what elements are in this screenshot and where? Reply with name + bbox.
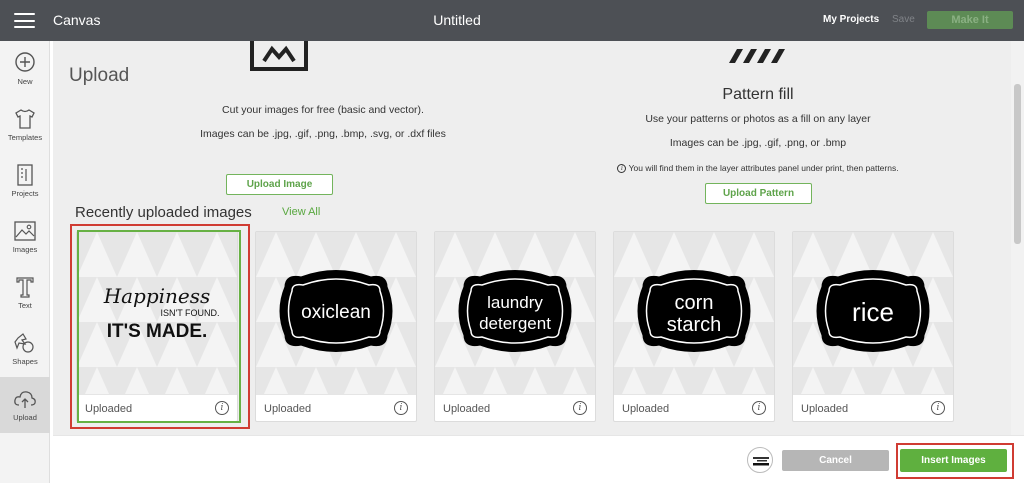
card-footer: Uploaded i [793, 394, 953, 421]
info-icon[interactable]: i [931, 401, 945, 415]
save-button[interactable]: Save [892, 14, 915, 25]
sidebar-item-label: Projects [11, 189, 39, 198]
make-it-button[interactable]: Make It [927, 11, 1013, 29]
pattern-fill-heading: Pattern fill [722, 86, 794, 103]
sidebar-item-shapes[interactable]: Shapes [0, 321, 50, 377]
card-label: Uploaded [443, 403, 491, 415]
art-line-2: starch [667, 314, 721, 336]
image-thumbnail: laundry detergent [435, 232, 595, 394]
info-circle-icon: i [617, 164, 627, 174]
sidebar-item-new[interactable]: New [0, 41, 50, 97]
uploaded-image-card[interactable]: corn starch Uploaded i [613, 231, 775, 422]
projects-book-icon [17, 164, 33, 186]
thumbnail-art: corn starch [614, 232, 774, 394]
pattern-illustration-icon [729, 49, 785, 63]
left-sidebar: New Templates Projects Images Text Shape… [0, 41, 50, 483]
uploaded-image-card[interactable]: rice Uploaded i [792, 231, 954, 422]
image-thumbnail: oxiclean [256, 232, 416, 394]
plus-circle-icon [15, 52, 35, 72]
info-icon[interactable]: i [573, 401, 587, 415]
art-line-1: corn [675, 292, 714, 314]
thumbnail-art: oxiclean [256, 232, 416, 394]
card-label: Uploaded [264, 403, 312, 415]
upload-pattern-button[interactable]: Upload Pattern [705, 183, 812, 204]
uploaded-image-card[interactable]: oxiclean Uploaded i [255, 231, 417, 422]
recently-uploaded-heading: Recently uploaded images [75, 204, 252, 221]
art-line-1: laundry [487, 293, 543, 312]
thumbnail-art: laundry detergent [435, 232, 595, 394]
art-line-1: Happiness [103, 284, 211, 308]
info-icon[interactable]: i [215, 401, 229, 415]
pattern-description: Use your patterns or photos as a fill on… [645, 113, 871, 125]
sidebar-item-label: Images [12, 245, 38, 254]
sidebar-item-upload[interactable]: Upload [0, 377, 50, 433]
upload-panel: Upload Cut your images for free (basic a… [53, 41, 1011, 435]
view-all-link[interactable]: View All [282, 206, 320, 218]
info-icon[interactable]: i [394, 401, 408, 415]
sidebar-item-label: Text [18, 301, 32, 310]
sidebar-item-projects[interactable]: Projects [0, 153, 50, 209]
insert-images-button[interactable]: Insert Images [900, 449, 1007, 472]
sidebar-item-templates[interactable]: Templates [0, 97, 50, 153]
sidebar-item-label: Templates [7, 133, 43, 142]
thumbnail-art: rice [793, 232, 953, 394]
card-label: Uploaded [801, 403, 849, 415]
shirt-icon [15, 109, 35, 129]
sidebar-item-text[interactable]: Text [0, 265, 50, 321]
uploaded-image-card[interactable]: Happiness ISN'T FOUND. IT'S MADE. Upload… [76, 231, 238, 422]
upload-description: Cut your images for free (basic and vect… [222, 104, 424, 116]
text-T-icon [16, 277, 34, 298]
art-line-1: oxiclean [301, 302, 371, 323]
pattern-note-text: You will find them in the layer attribut… [628, 163, 899, 173]
shapes-icon [14, 333, 34, 353]
sidebar-item-label: Shapes [12, 357, 38, 366]
image-icon [14, 221, 36, 241]
card-footer: Uploaded i [256, 394, 416, 421]
sidebar-item-label: New [17, 77, 33, 86]
art-line-2: detergent [479, 314, 551, 333]
sidebar-item-label: Upload [13, 413, 37, 422]
card-footer: Uploaded i [435, 394, 595, 421]
image-thumbnail: corn starch [614, 232, 774, 394]
cancel-button[interactable]: Cancel [782, 450, 889, 471]
my-projects-link[interactable]: My Projects [823, 14, 879, 25]
uploaded-image-card[interactable]: laundry detergent Uploaded i [434, 231, 596, 422]
image-thumbnail: rice [793, 232, 953, 394]
card-label: Uploaded [85, 403, 133, 415]
image-thumbnail: Happiness ISN'T FOUND. IT'S MADE. [77, 232, 237, 394]
top-bar: Canvas Untitled My Projects Save Make It [0, 0, 1024, 41]
cloud-upload-icon [14, 391, 36, 408]
pattern-file-types: Images can be .jpg, .gif, .png, or .bmp [669, 137, 847, 149]
card-label: Uploaded [622, 403, 670, 415]
upload-heading: Upload [69, 65, 130, 86]
selected-image-preview [747, 447, 773, 473]
art-line-2: ISN'T FOUND. [160, 308, 219, 318]
card-footer: Uploaded i [77, 394, 237, 421]
info-icon[interactable]: i [752, 401, 766, 415]
card-footer: Uploaded i [614, 394, 774, 421]
scrollbar-thumb[interactable] [1014, 84, 1021, 244]
sidebar-item-images[interactable]: Images [0, 209, 50, 265]
art-line-3: IT'S MADE. [107, 321, 208, 342]
upload-image-button[interactable]: Upload Image [226, 174, 333, 195]
upload-file-types: Images can be .jpg, .gif, .png, .bmp, .s… [200, 128, 446, 140]
pattern-note: i You will find them in the layer attrib… [583, 163, 933, 174]
thumbnail-art: Happiness ISN'T FOUND. IT'S MADE. [77, 232, 237, 394]
document-title[interactable]: Untitled [0, 12, 914, 28]
art-line-1: rice [852, 297, 894, 327]
upload-illustration-icon [250, 41, 308, 71]
